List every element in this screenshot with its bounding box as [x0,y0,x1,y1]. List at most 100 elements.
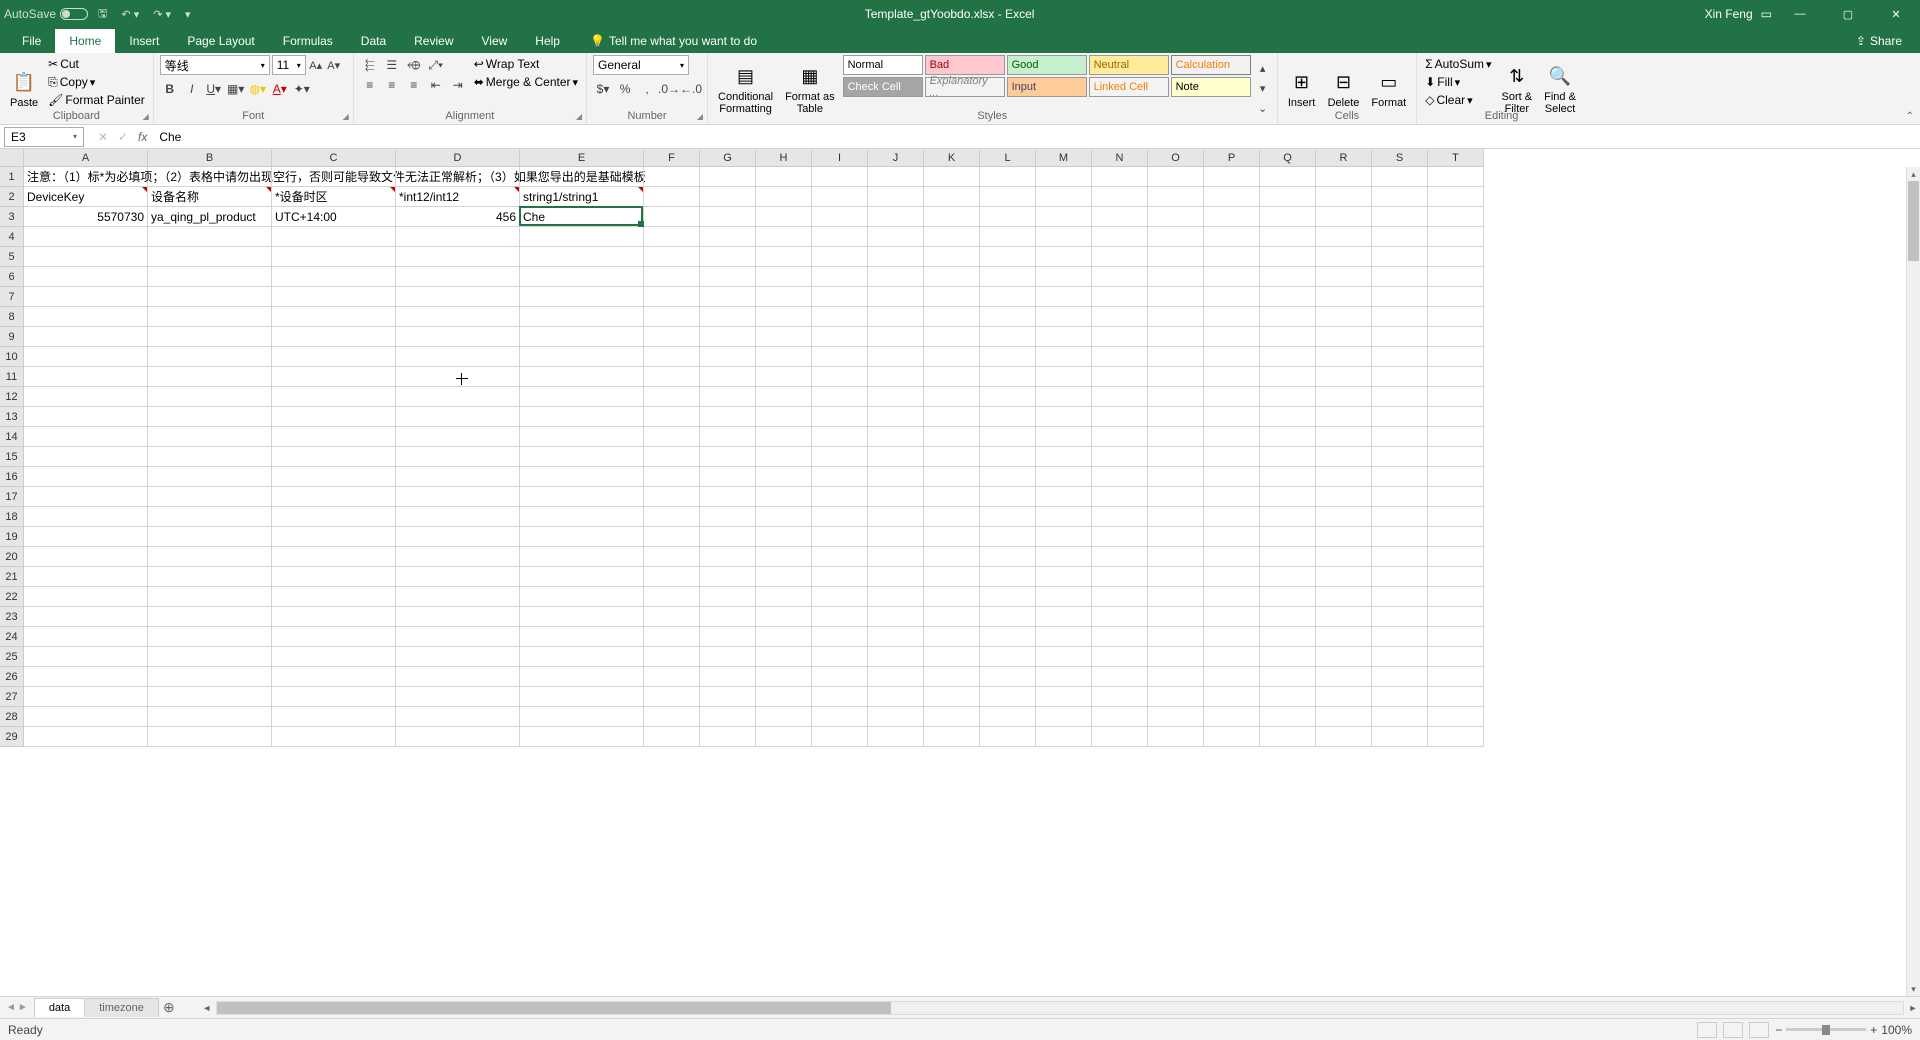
styles-scroll-up-icon[interactable]: ▴ [1255,59,1271,79]
cell-B9[interactable] [148,327,272,347]
cell-K4[interactable] [924,227,980,247]
cell-J27[interactable] [868,687,924,707]
fill-button[interactable]: ⬇Fill ▾ [1423,73,1493,91]
cell-P7[interactable] [1204,287,1260,307]
cell-E8[interactable] [520,307,644,327]
cell-R10[interactable] [1316,347,1372,367]
cell-K13[interactable] [924,407,980,427]
tab-data[interactable]: Data [347,29,400,53]
cell-H2[interactable] [756,187,812,207]
cell-T6[interactable] [1428,267,1484,287]
cell-O17[interactable] [1148,487,1204,507]
borders-button[interactable]: ▦▾ [226,79,246,99]
sheet-prev-icon[interactable]: ◄ [6,1002,16,1013]
cell-O4[interactable] [1148,227,1204,247]
cell-I18[interactable] [812,507,868,527]
cell-G5[interactable] [700,247,756,267]
align-top-icon[interactable]: ⬱ [360,55,380,75]
cell-N13[interactable] [1092,407,1148,427]
cell-N21[interactable] [1092,567,1148,587]
row-header-4[interactable]: 4 [0,227,23,247]
cell-P9[interactable] [1204,327,1260,347]
cell-H11[interactable] [756,367,812,387]
cell-P19[interactable] [1204,527,1260,547]
cell-E27[interactable] [520,687,644,707]
align-middle-icon[interactable]: ☰ [382,55,402,75]
tell-me-search[interactable]: 💡 Tell me what you want to do [582,29,765,53]
cell-O14[interactable] [1148,427,1204,447]
cell-G12[interactable] [700,387,756,407]
cell-M26[interactable] [1036,667,1092,687]
cell-I12[interactable] [812,387,868,407]
cell-M7[interactable] [1036,287,1092,307]
cell-R5[interactable] [1316,247,1372,267]
cell-A20[interactable] [24,547,148,567]
cell-E29[interactable] [520,727,644,747]
cell-O11[interactable] [1148,367,1204,387]
cell-E5[interactable] [520,247,644,267]
cell-A25[interactable] [24,647,148,667]
cell-C29[interactable] [272,727,396,747]
cell-M3[interactable] [1036,207,1092,227]
cell-O12[interactable] [1148,387,1204,407]
cell-K15[interactable] [924,447,980,467]
cell-P27[interactable] [1204,687,1260,707]
cell-N27[interactable] [1092,687,1148,707]
cell-M24[interactable] [1036,627,1092,647]
cell-I27[interactable] [812,687,868,707]
cell-H13[interactable] [756,407,812,427]
row-header-21[interactable]: 21 [0,567,23,587]
cell-M17[interactable] [1036,487,1092,507]
cell-T24[interactable] [1428,627,1484,647]
zoom-control[interactable]: − + 100% [1775,1023,1912,1037]
cell-S3[interactable] [1372,207,1428,227]
cell-N23[interactable] [1092,607,1148,627]
align-left-icon[interactable]: ≡ [360,75,380,95]
cell-G9[interactable] [700,327,756,347]
cell-T3[interactable] [1428,207,1484,227]
comment-indicator-icon[interactable] [142,187,147,192]
cancel-edit-icon[interactable]: ✕ [94,130,112,144]
cell-D20[interactable] [396,547,520,567]
style-linked-cell[interactable]: Linked Cell [1089,77,1169,97]
cell-Q14[interactable] [1260,427,1316,447]
cell-I10[interactable] [812,347,868,367]
cell-O23[interactable] [1148,607,1204,627]
cell-J15[interactable] [868,447,924,467]
bold-button[interactable]: B [160,79,180,99]
cell-D8[interactable] [396,307,520,327]
cell-J11[interactable] [868,367,924,387]
cell-O7[interactable] [1148,287,1204,307]
cell-F19[interactable] [644,527,700,547]
cell-K9[interactable] [924,327,980,347]
cell-M4[interactable] [1036,227,1092,247]
cell-P13[interactable] [1204,407,1260,427]
cell-O29[interactable] [1148,727,1204,747]
cell-K10[interactable] [924,347,980,367]
cell-C16[interactable] [272,467,396,487]
cell-L14[interactable] [980,427,1036,447]
cell-O21[interactable] [1148,567,1204,587]
style-normal[interactable]: Normal [843,55,923,75]
cell-B1[interactable] [148,167,272,187]
cell-J20[interactable] [868,547,924,567]
cell-I5[interactable] [812,247,868,267]
cell-A10[interactable] [24,347,148,367]
cell-M9[interactable] [1036,327,1092,347]
cell-A9[interactable] [24,327,148,347]
phonetic-button[interactable]: ✦▾ [292,79,312,99]
cell-K3[interactable] [924,207,980,227]
cell-H6[interactable] [756,267,812,287]
cell-J21[interactable] [868,567,924,587]
maximize-button[interactable]: ▢ [1828,0,1868,28]
cell-T23[interactable] [1428,607,1484,627]
cell-T4[interactable] [1428,227,1484,247]
cell-R26[interactable] [1316,667,1372,687]
cell-D21[interactable] [396,567,520,587]
cell-A2[interactable]: DeviceKey [24,187,148,207]
row-header-1[interactable]: 1 [0,167,23,187]
cell-C17[interactable] [272,487,396,507]
cell-S28[interactable] [1372,707,1428,727]
cell-G8[interactable] [700,307,756,327]
cell-A24[interactable] [24,627,148,647]
